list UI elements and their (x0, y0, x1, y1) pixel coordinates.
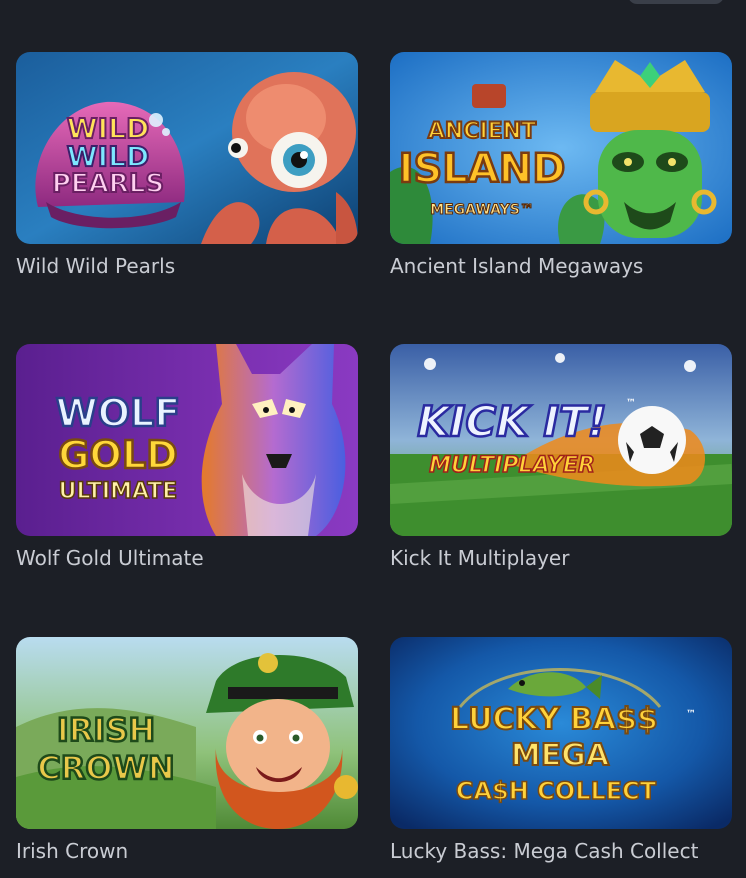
logo-line-3: ULTIMATE (59, 479, 178, 504)
logo-line-1: WOLF (56, 391, 180, 435)
wolf-gold-art: WOLF GOLD ULTIMATE (16, 344, 358, 536)
kick-it-art: KICK IT! MULTIPLAYER ™ (390, 344, 732, 536)
game-thumbnail[interactable]: LUCKY BA$$ MEGA CA$H COLLECT ™ (390, 637, 732, 829)
logo-line-2: MULTIPLAYER (429, 453, 595, 478)
trademark-mark: ™ (626, 398, 636, 409)
top-filter-pill[interactable] (628, 0, 724, 4)
logo-line-1: LUCKY BA$$ (450, 702, 658, 737)
logo-line-1: ANCIENT (428, 119, 536, 144)
logo-line-2: MEGA (511, 738, 610, 773)
game-card-wild-wild-pearls[interactable]: WILD WILD PEARLS Wild Wild Pearls (16, 52, 358, 279)
logo-line-1: KICK IT! (417, 397, 607, 446)
game-title[interactable]: Wild Wild Pearls (16, 253, 358, 279)
wild-wild-pearls-art: WILD WILD PEARLS (16, 52, 358, 244)
logo-line-2: ISLAND (399, 146, 566, 192)
logo-line-3: MEGAWAYS™ (430, 202, 534, 218)
game-card-kick-it-multiplayer[interactable]: KICK IT! MULTIPLAYER ™ Kick It Multiplay… (390, 344, 732, 571)
game-title[interactable]: Kick It Multiplayer (390, 545, 732, 571)
tiki-mask-icon (583, 60, 717, 238)
logo-line-1: IRISH (57, 711, 155, 749)
game-title[interactable]: Wolf Gold Ultimate (16, 545, 358, 571)
game-thumbnail[interactable]: WOLF GOLD ULTIMATE (16, 344, 358, 536)
ancient-island-art: ANCIENT ISLAND MEGAWAYS™ (390, 52, 732, 244)
game-card-ancient-island-megaways[interactable]: ANCIENT ISLAND MEGAWAYS™ Ancient Island … (390, 52, 732, 279)
game-title[interactable]: Irish Crown (16, 838, 358, 864)
soccer-ball-icon (618, 406, 686, 474)
game-title[interactable]: Lucky Bass: Mega Cash Collect (390, 838, 732, 864)
game-card-irish-crown[interactable]: IRISH CROWN Irish Crown (16, 637, 358, 864)
game-thumbnail[interactable]: KICK IT! MULTIPLAYER ™ (390, 344, 732, 536)
game-thumbnail[interactable]: ANCIENT ISLAND MEGAWAYS™ (390, 52, 732, 244)
game-card-lucky-bass-mega-cash-collect[interactable]: LUCKY BA$$ MEGA CA$H COLLECT ™ Lucky Bas… (390, 637, 732, 864)
logo-line-3: PEARLS (52, 169, 164, 199)
lucky-bass-art: LUCKY BA$$ MEGA CA$H COLLECT ™ (390, 637, 732, 829)
irish-crown-art: IRISH CROWN (16, 637, 358, 829)
game-thumbnail[interactable]: WILD WILD PEARLS (16, 52, 358, 244)
logo-line-3: CA$H COLLECT (456, 777, 657, 805)
game-thumbnail[interactable]: IRISH CROWN (16, 637, 358, 829)
game-card-wolf-gold-ultimate[interactable]: WOLF GOLD ULTIMATE Wolf Gold Ultimate (16, 344, 358, 571)
game-title[interactable]: Ancient Island Megaways (390, 253, 732, 279)
trademark-mark: ™ (686, 709, 696, 720)
logo-line-2: CROWN (37, 749, 174, 787)
logo-line-2: GOLD (58, 433, 177, 477)
